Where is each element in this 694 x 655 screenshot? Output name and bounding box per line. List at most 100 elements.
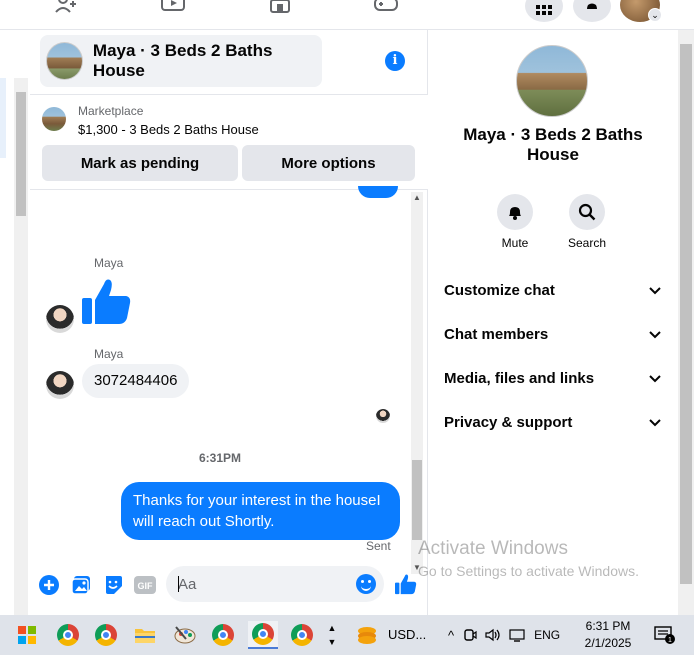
text-cursor [178, 576, 179, 592]
notification-icon: 1 [654, 626, 675, 644]
photo-icon[interactable] [70, 574, 92, 596]
like-icon [82, 279, 131, 324]
mute-button[interactable] [497, 194, 533, 230]
scrollbar-thumb[interactable] [412, 460, 422, 540]
section-chat-members[interactable]: Chat members [444, 320, 662, 350]
notifications-button[interactable] [573, 0, 611, 22]
scroll-up-arrow[interactable]: ▲ [411, 192, 423, 204]
clock-time: 6:31 PM [585, 619, 631, 633]
marketplace-icon[interactable] [267, 0, 293, 14]
mute-label: Mute [501, 236, 529, 250]
plus-icon[interactable] [38, 574, 60, 596]
scrollbar-thumb[interactable] [16, 92, 26, 216]
listing-avatar-large [516, 45, 588, 117]
listing-avatar [46, 42, 83, 80]
chrome-icon [95, 624, 117, 646]
chrome-icon [57, 624, 79, 646]
chevron-down-icon [649, 419, 661, 427]
chrome-icon [212, 624, 234, 646]
language-indicator[interactable]: ENG [534, 628, 560, 642]
messages-scrollbar[interactable]: ▲ ▼ [411, 192, 423, 574]
listing-thumbnail [42, 107, 66, 131]
search-icon [578, 203, 596, 221]
search-label: Search [567, 236, 607, 250]
section-customize-chat[interactable]: Customize chat [444, 276, 662, 306]
chevron-down-icon [649, 287, 661, 295]
like-send-icon[interactable] [394, 572, 418, 596]
sender-name: Maya [94, 347, 124, 361]
menu-grid-button[interactable] [525, 0, 563, 22]
svg-text:GIF: GIF [138, 581, 154, 591]
section-label: Privacy & support [444, 414, 573, 431]
notification-count: 1 [668, 637, 672, 644]
folder-icon [135, 629, 155, 643]
scrollbar-thumb[interactable] [680, 44, 692, 584]
activate-windows-title: Activate Windows [418, 538, 568, 559]
avatar[interactable] [46, 305, 74, 333]
message-composer: GIF [30, 565, 428, 605]
app-window: ⌄ Maya · 3 Beds 2 Baths House i Marketpl… [0, 0, 694, 655]
taskbar-chrome-2[interactable] [91, 621, 121, 649]
watch-icon[interactable] [160, 0, 186, 14]
section-label: Chat members [444, 326, 549, 343]
start-button[interactable] [12, 621, 42, 649]
message-bubble-sent[interactable]: Thanks for your interest in the houseI w… [121, 482, 400, 540]
system-tray: ^ ENG [448, 615, 560, 655]
chat-panel: Maya · 3 Beds 2 Baths House i Marketplac… [30, 30, 428, 615]
section-label: Customize chat [444, 282, 555, 299]
gif-icon[interactable]: GIF [134, 574, 156, 596]
listing-price[interactable]: $1,300 - 3 Beds 2 Baths House [78, 122, 259, 137]
sender-name: Maya [94, 256, 124, 270]
seen-indicator-avatar [376, 409, 390, 423]
taskbar: ▲ ▼ USD... ^ ENG 6:31 PM 2/1/2025 1 [0, 615, 694, 655]
clock-date: 2/1/2025 [584, 636, 632, 650]
coins-icon [358, 627, 376, 644]
meet-now-icon[interactable] [462, 627, 478, 643]
taskbar-chrome-5[interactable] [287, 621, 317, 649]
info-icon[interactable]: i [385, 51, 405, 71]
left-edge-strip [0, 78, 6, 158]
message-timestamp: 6:31PM [198, 451, 242, 465]
notification-center-button[interactable]: 1 [650, 621, 680, 649]
emoji-icon[interactable] [356, 574, 376, 594]
taskbar-chrome-4[interactable] [248, 621, 278, 649]
show-hidden-icons-icon[interactable]: ^ [448, 628, 454, 643]
left-scrollbar[interactable] [14, 78, 28, 615]
network-icon[interactable] [508, 627, 526, 643]
message-status: Sent [366, 539, 391, 553]
info-title: Maya · 3 Beds 2 Baths House [463, 125, 643, 164]
more-options-button[interactable]: More options [242, 145, 415, 181]
mute-action[interactable]: Mute [485, 194, 545, 250]
stocks-widget-icon[interactable] [352, 621, 382, 649]
sticker-icon[interactable] [102, 574, 124, 596]
page-scrollbar[interactable] [678, 30, 694, 615]
windows-logo-icon [18, 626, 36, 644]
section-privacy-support[interactable]: Privacy & support [444, 408, 662, 438]
taskbar-paint[interactable] [170, 621, 200, 649]
search-action[interactable]: Search [557, 194, 617, 250]
clock[interactable]: 6:31 PM 2/1/2025 [575, 618, 641, 652]
taskbar-chrome-3[interactable] [208, 621, 238, 649]
search-button[interactable] [569, 194, 605, 230]
paint-icon [174, 626, 196, 644]
activate-windows-subtitle: Go to Settings to activate Windows. [418, 563, 639, 579]
taskbar-overflow-arrows[interactable]: ▲ ▼ [320, 621, 344, 649]
chevron-down-icon [649, 375, 661, 383]
gaming-icon[interactable] [373, 0, 399, 14]
chat-header[interactable]: Maya · 3 Beds 2 Baths House [40, 35, 322, 87]
taskbar-chrome-1[interactable] [53, 621, 83, 649]
message-bubble[interactable]: 3072484406 [82, 364, 190, 398]
section-media-files-links[interactable]: Media, files and links [444, 364, 662, 394]
chevron-up-icon: ▲ [327, 623, 337, 633]
stocks-widget-label[interactable]: USD... [388, 627, 426, 642]
message-input-wrapper [166, 566, 384, 602]
chevron-down-icon: ▼ [327, 637, 337, 647]
avatar[interactable] [46, 371, 74, 399]
volume-icon[interactable] [484, 627, 502, 643]
chrome-icon [291, 624, 313, 646]
chevron-down-icon[interactable]: ⌄ [648, 8, 662, 22]
groups-icon[interactable] [54, 0, 80, 14]
mark-as-pending-button[interactable]: Mark as pending [42, 145, 238, 181]
message-input[interactable] [178, 566, 348, 602]
taskbar-file-explorer[interactable] [130, 621, 160, 649]
